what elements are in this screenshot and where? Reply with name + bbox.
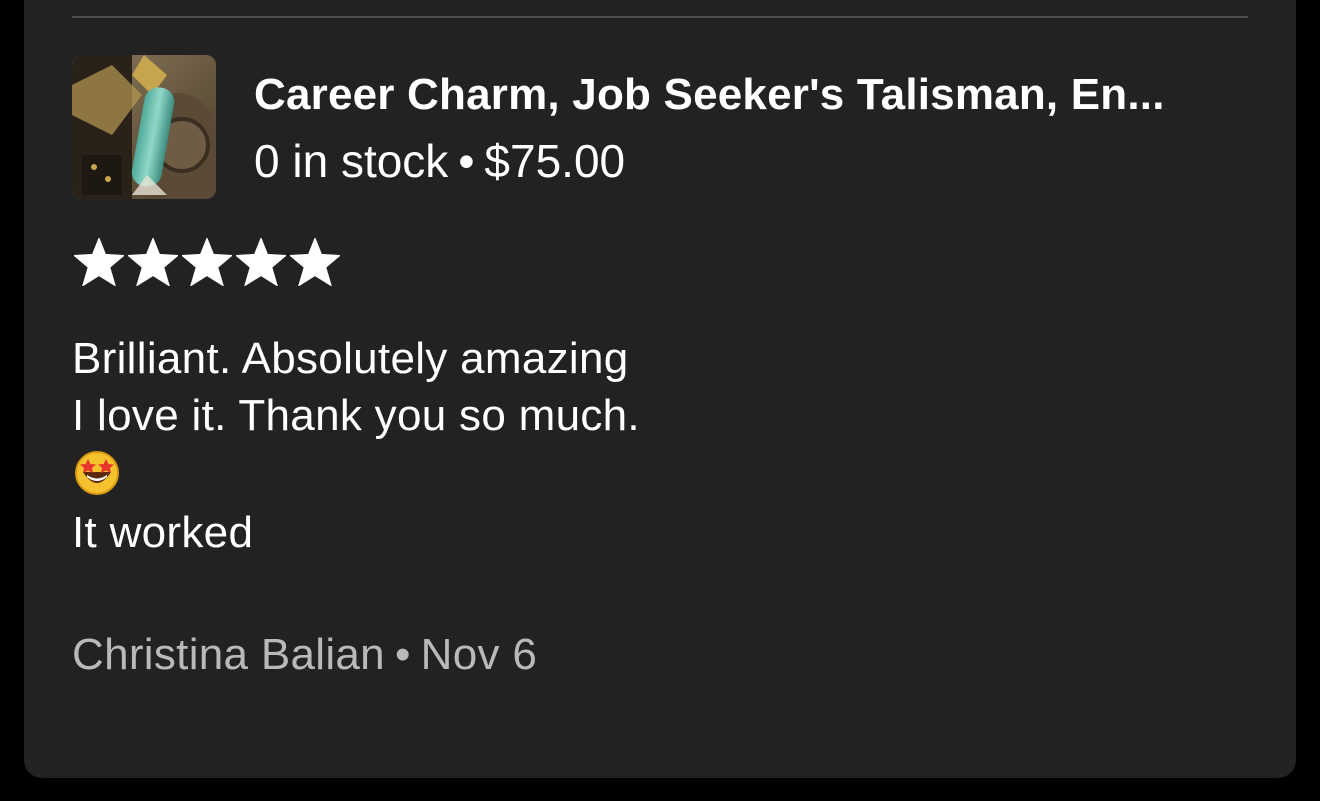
product-title[interactable]: Career Charm, Job Seeker's Talisman, En.… — [254, 70, 1254, 120]
divider — [72, 16, 1248, 18]
product-price: $75.00 — [484, 135, 626, 187]
product-thumbnail[interactable] — [72, 55, 216, 199]
emoji-line — [72, 444, 640, 504]
star-struck-emoji-icon — [75, 451, 119, 495]
stock-count: 0 in stock — [254, 135, 449, 187]
star-icon — [290, 238, 340, 286]
review-line: It worked — [72, 508, 254, 557]
product-meta: 0 in stock • $75.00 — [254, 134, 625, 188]
review-byline: Christina Balian • Nov 6 — [72, 630, 537, 680]
review-card: Career Charm, Job Seeker's Talisman, En.… — [24, 0, 1296, 778]
meta-separator: • — [458, 135, 475, 187]
review-body: Brilliant. Absolutely amazing I love it.… — [72, 330, 640, 561]
product-image — [72, 55, 216, 199]
star-icon — [74, 238, 124, 286]
review-line: I love it. Thank you so much. — [72, 391, 640, 440]
byline-separator: • — [394, 630, 411, 679]
review-date: Nov 6 — [420, 630, 538, 679]
star-icon — [182, 238, 232, 286]
review-line: Brilliant. Absolutely amazing — [72, 334, 629, 383]
star-icon — [128, 238, 178, 286]
reviewer-name[interactable]: Christina Balian — [72, 630, 385, 679]
star-icon — [236, 238, 286, 286]
star-rating — [74, 238, 340, 286]
